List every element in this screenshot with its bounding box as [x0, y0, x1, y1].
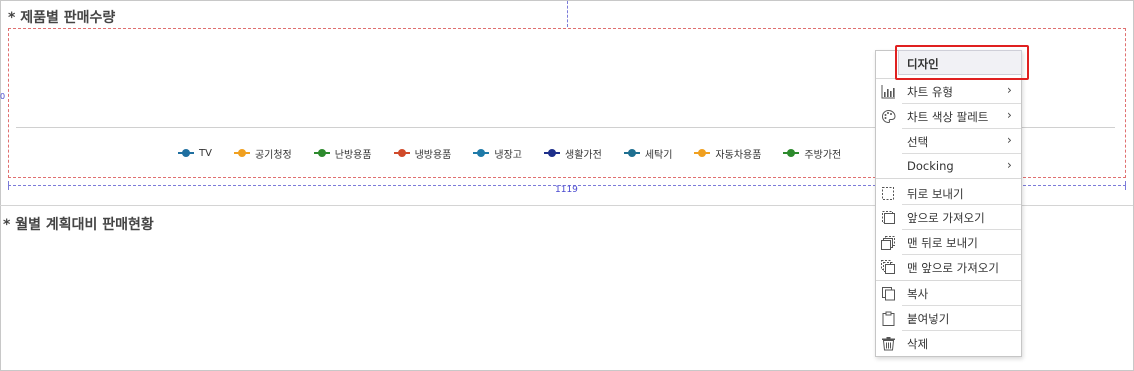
menu-separator — [902, 153, 1021, 154]
legend-label: 세탁기 — [644, 149, 673, 161]
chevron-right-icon: › — [1007, 158, 1012, 172]
bar-chart-icon — [881, 84, 896, 99]
legend-marker — [178, 148, 194, 158]
legend-marker — [783, 148, 800, 158]
dimension-tick-right — [1125, 181, 1126, 190]
legend-label: 자동차용품 — [715, 149, 762, 161]
menu-item-label: 복사 — [907, 287, 929, 301]
chevron-right-icon: › — [1007, 133, 1012, 147]
menu-item[interactable]: 복사 — [876, 281, 1021, 306]
send-to-back-icon — [881, 235, 896, 250]
legend-marker — [544, 148, 560, 158]
legend-label: 주방가전 — [804, 149, 842, 161]
section-title-monthly-plan: * 월별 계획대비 판매현황 — [3, 217, 154, 233]
legend-item[interactable]: 주방가전 — [783, 146, 841, 160]
trash-icon — [881, 336, 896, 351]
vertical-guide — [567, 1, 568, 27]
menu-separator — [902, 330, 1021, 331]
legend-item[interactable]: 세탁기 — [623, 146, 673, 161]
palette-icon — [881, 109, 896, 124]
menu-separator — [876, 178, 1021, 179]
bring-forward-icon — [881, 210, 896, 225]
menu-item-label: 맨 뒤로 보내기 — [907, 236, 978, 250]
menu-separator — [876, 280, 1021, 281]
dimension-width-label: 1119 — [555, 185, 578, 195]
menu-item[interactable]: 붙여넣기 — [876, 306, 1021, 331]
menu-item-label: 맨 앞으로 가져오기 — [907, 261, 999, 275]
legend-marker — [694, 148, 711, 158]
legend-item[interactable]: TV — [178, 148, 212, 159]
menu-item[interactable]: 뒤로 보내기 — [876, 181, 1021, 206]
legend-marker — [233, 148, 250, 158]
paste-icon — [881, 311, 896, 326]
menu-item-label: 뒤로 보내기 — [907, 187, 964, 201]
menu-item-design[interactable]: 디자인 — [898, 50, 1022, 75]
menu-item[interactable]: 선택 › — [876, 129, 1021, 154]
menu-item-label: 차트 색상 팔레트 — [907, 110, 989, 124]
legend-item[interactable]: 냉방용품 — [393, 146, 452, 161]
menu-separator — [902, 254, 1021, 255]
send-backward-icon — [881, 186, 896, 201]
menu-separator — [902, 103, 1021, 104]
copy-icon — [881, 286, 896, 301]
legend-item[interactable]: 생활가전 — [544, 146, 602, 160]
menu-separator — [902, 229, 1021, 230]
legend-label: 냉방용품 — [414, 149, 452, 161]
legend-label: TV — [199, 147, 212, 159]
menu-item-label: 삭제 — [907, 337, 929, 351]
legend-item[interactable]: 난방용품 — [313, 146, 372, 161]
legend-item[interactable]: 자동차용품 — [694, 146, 761, 160]
menu-separator — [902, 305, 1021, 306]
menu-item-label: Docking — [907, 159, 954, 173]
bring-to-front-icon — [881, 260, 896, 275]
menu-item[interactable]: 맨 앞으로 가져오기 — [876, 255, 1021, 280]
legend-item[interactable]: 냉장고 — [473, 146, 522, 160]
menu-item[interactable]: 차트 유형 › — [876, 79, 1021, 104]
chevron-right-icon: › — [1007, 83, 1012, 97]
menu-item[interactable]: Docking › — [876, 154, 1021, 179]
section-title-product-sales: * 제품별 판매수량 — [8, 10, 116, 26]
legend-label: 난방용품 — [334, 149, 372, 161]
chevron-right-icon: › — [1007, 108, 1012, 122]
legend-marker — [393, 148, 410, 158]
menu-item-label: 앞으로 가져오기 — [907, 211, 985, 225]
menu-item[interactable]: 삭제 — [876, 331, 1021, 356]
menu-separator — [902, 128, 1021, 129]
context-menu: 차트 유형 › 차트 색상 팔레트 › 선택 › Docking › 뒤로 보내기앞으로 가져오… — [875, 50, 1022, 357]
legend-label: 생활가전 — [565, 149, 602, 161]
legend-marker — [473, 148, 490, 158]
menu-item[interactable]: 차트 색상 팔레트 › — [876, 104, 1021, 129]
menu-item[interactable]: 앞으로 가져오기 — [876, 205, 1021, 230]
legend-label: 공기청정 — [254, 149, 292, 161]
menu-item-label: 차트 유형 — [907, 85, 953, 99]
menu-separator — [902, 204, 1021, 205]
menu-item-label: 선택 — [907, 135, 929, 149]
menu-item-label: 디자인 — [907, 57, 939, 71]
side-guide-label: 0 — [0, 92, 6, 101]
menu-item-label: 붙여넣기 — [907, 312, 950, 326]
legend-item[interactable]: 공기청정 — [233, 146, 292, 161]
legend-marker — [623, 148, 640, 158]
chart-legend: TV 공기청정 난방용품 냉방용품 냉장고 생활가전 세탁기 자동차용품 주방가전 — [178, 146, 875, 160]
legend-marker — [313, 148, 330, 158]
menu-item[interactable]: 맨 뒤로 보내기 — [876, 230, 1021, 255]
legend-label: 냉장고 — [494, 149, 522, 161]
